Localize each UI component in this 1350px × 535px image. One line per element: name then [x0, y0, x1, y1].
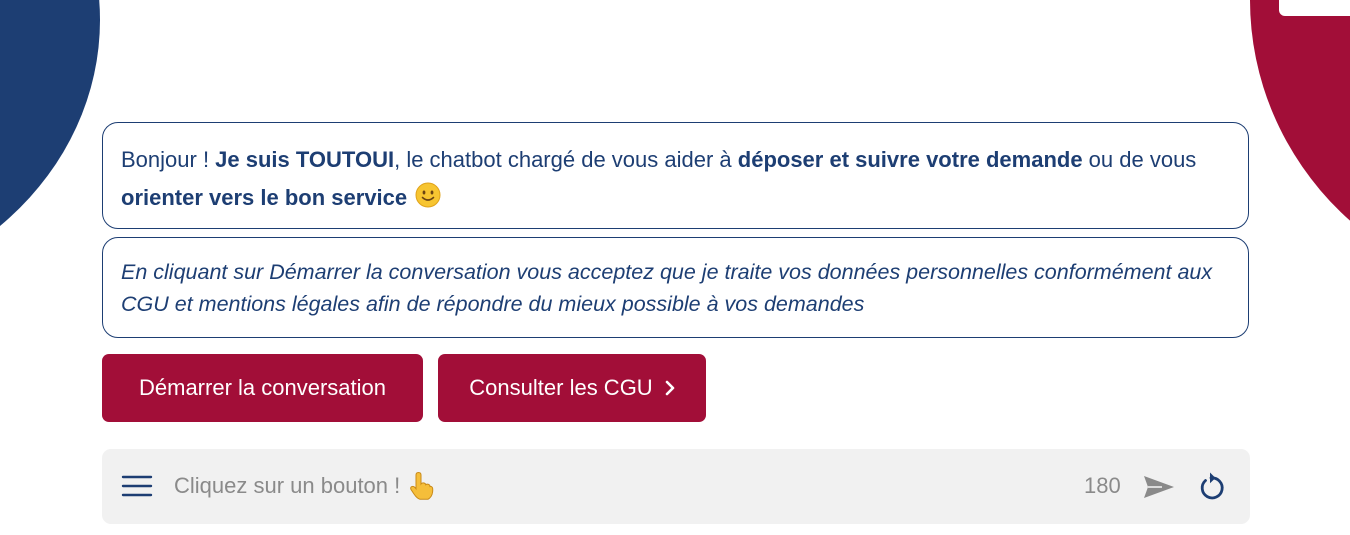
start-conversation-button[interactable]: Démarrer la conversation	[102, 354, 423, 422]
decorative-white-card	[1279, 0, 1350, 16]
placeholder-text: Cliquez sur un bouton !	[174, 473, 401, 498]
decorative-crimson-shape	[1250, 0, 1350, 300]
chevron-right-icon	[665, 380, 674, 396]
message-input-bar: Cliquez sur un bouton ! 180	[102, 449, 1250, 524]
slightly-smiling-face-icon	[415, 182, 441, 208]
character-counter: 180	[1084, 473, 1121, 498]
view-cgu-button[interactable]: Consulter les CGU	[438, 354, 706, 422]
bot-intro-message: Bonjour ! Je suis TOUTOUI, le chatbot ch…	[102, 122, 1249, 229]
restart-icon[interactable]	[1196, 471, 1226, 503]
intro-text-3: ou de vous	[1082, 147, 1197, 172]
intro-bold-deposit: déposer et suivre votre demande	[737, 147, 1083, 172]
intro-text-2: , le chatbot chargé de vous aider à	[394, 147, 738, 172]
send-icon[interactable]	[1142, 474, 1176, 500]
message-input-placeholder[interactable]: Cliquez sur un bouton !	[174, 471, 434, 501]
hamburger-menu-icon[interactable]	[121, 473, 153, 499]
start-conversation-label: Démarrer la conversation	[139, 375, 386, 400]
consent-text: En cliquant sur Démarrer la conversation…	[121, 260, 1213, 316]
intro-bold-orient: orienter vers le bon service	[121, 185, 408, 210]
intro-bold-name: Je suis TOUTOUI	[215, 147, 395, 172]
pointing-up-hand-icon	[410, 471, 434, 500]
decorative-navy-shape	[0, 0, 100, 300]
view-cgu-label: Consulter les CGU	[469, 375, 653, 400]
intro-text-1: Bonjour !	[121, 147, 216, 172]
bot-consent-message: En cliquant sur Démarrer la conversation…	[102, 237, 1249, 338]
chatbot-page: Bonjour ! Je suis TOUTOUI, le chatbot ch…	[0, 0, 1350, 535]
